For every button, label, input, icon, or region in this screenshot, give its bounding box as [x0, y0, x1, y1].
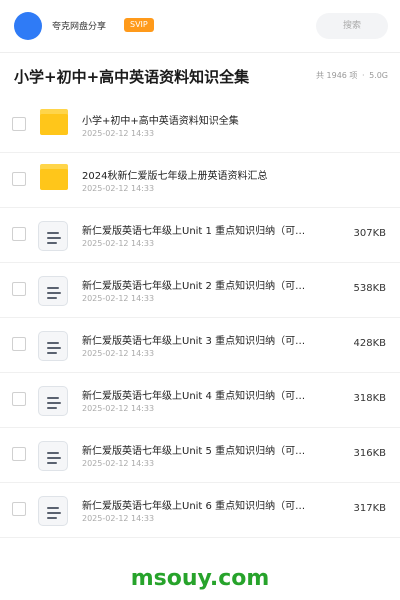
- list-item[interactable]: 新仁爱版英语七年级上Unit 6 重点知识归纳（可… 2025-02-12 14…: [0, 483, 400, 538]
- list-item[interactable]: 新仁爱版英语七年级上Unit 4 重点知识归纳（可… 2025-02-12 14…: [0, 373, 400, 428]
- list-item[interactable]: 新仁爱版英语七年级上Unit 2 重点知识归纳（可… 2025-02-12 14…: [0, 263, 400, 318]
- file-name: 小学+初中+高中英语资料知识全集: [82, 116, 239, 127]
- list-item[interactable]: 新仁爱版英语七年级上Unit 5 重点知识归纳（可… 2025-02-12 14…: [0, 428, 400, 483]
- file-date: 2025-02-12 14:33: [82, 514, 155, 523]
- svip-badge: SVIP: [124, 18, 154, 32]
- select-checkbox[interactable]: [12, 392, 26, 406]
- file-date: 2025-02-12 14:33: [82, 184, 155, 193]
- file-date: 2025-02-12 14:33: [82, 404, 155, 413]
- select-checkbox[interactable]: [12, 447, 26, 461]
- select-checkbox[interactable]: [12, 337, 26, 351]
- document-icon: [38, 386, 68, 416]
- select-checkbox[interactable]: [12, 172, 26, 186]
- list-item[interactable]: 2024秋新仁爱版七年级上册英语资料汇总 2025-02-12 14:33: [0, 153, 400, 208]
- document-icon: [38, 276, 68, 306]
- file-date: 2025-02-12 14:33: [82, 294, 155, 303]
- meta-separator: ·: [361, 71, 365, 80]
- page-title: 小学+初中+高中英语资料知识全集: [14, 68, 250, 86]
- select-checkbox[interactable]: [12, 282, 26, 296]
- file-name: 新仁爱版英语七年级上Unit 4 重点知识归纳（可…: [82, 391, 306, 402]
- search-input[interactable]: 搜索: [316, 13, 388, 39]
- file-size: 317KB: [353, 503, 386, 514]
- file-date: 2025-02-12 14:33: [82, 129, 155, 138]
- file-size: 318KB: [353, 393, 386, 404]
- file-name: 2024秋新仁爱版七年级上册英语资料汇总: [82, 171, 268, 182]
- file-size: 538KB: [353, 283, 386, 294]
- folder-meta: 共 1946 项 · 5.0G: [314, 70, 388, 81]
- select-checkbox[interactable]: [12, 227, 26, 241]
- folder-icon: [40, 164, 68, 190]
- document-icon: [38, 331, 68, 361]
- file-size: 428KB: [353, 338, 386, 349]
- select-checkbox[interactable]: [12, 117, 26, 131]
- document-icon: [38, 221, 68, 251]
- file-list: 小学+初中+高中英语资料知识全集 2025-02-12 14:33 2024秋新…: [0, 98, 400, 538]
- file-name: 新仁爱版英语七年级上Unit 1 重点知识归纳（可…: [82, 226, 306, 237]
- list-item[interactable]: 新仁爱版英语七年级上Unit 3 重点知识归纳（可… 2025-02-12 14…: [0, 318, 400, 373]
- total-size: 5.0G: [369, 71, 388, 80]
- file-date: 2025-02-12 14:33: [82, 239, 155, 248]
- select-checkbox[interactable]: [12, 502, 26, 516]
- list-item[interactable]: 新仁爱版英语七年级上Unit 1 重点知识归纳（可… 2025-02-12 14…: [0, 208, 400, 263]
- file-size: 307KB: [353, 228, 386, 239]
- sharer-name: 夸克网盘分享: [52, 22, 107, 32]
- file-name: 新仁爱版英语七年级上Unit 2 重点知识归纳（可…: [82, 281, 306, 292]
- document-icon: [38, 441, 68, 471]
- app-header: 夸克网盘分享 SVIP 搜索: [0, 0, 400, 53]
- item-count: 共 1946 项: [315, 71, 358, 80]
- folder-icon: [40, 109, 68, 135]
- file-date: 2025-02-12 14:33: [82, 349, 155, 358]
- file-size: 316KB: [353, 448, 386, 459]
- file-name: 新仁爱版英语七年级上Unit 5 重点知识归纳（可…: [82, 446, 306, 457]
- file-name: 新仁爱版英语七年级上Unit 6 重点知识归纳（可…: [82, 501, 306, 512]
- file-date: 2025-02-12 14:33: [82, 459, 155, 468]
- document-icon: [38, 496, 68, 526]
- folder-title-row: 小学+初中+高中英语资料知识全集 共 1946 项 · 5.0G: [0, 52, 400, 98]
- file-name: 新仁爱版英语七年级上Unit 3 重点知识归纳（可…: [82, 336, 306, 347]
- list-item[interactable]: 小学+初中+高中英语资料知识全集 2025-02-12 14:33: [0, 98, 400, 153]
- watermark: msouy.com: [130, 566, 270, 591]
- avatar[interactable]: [14, 12, 42, 40]
